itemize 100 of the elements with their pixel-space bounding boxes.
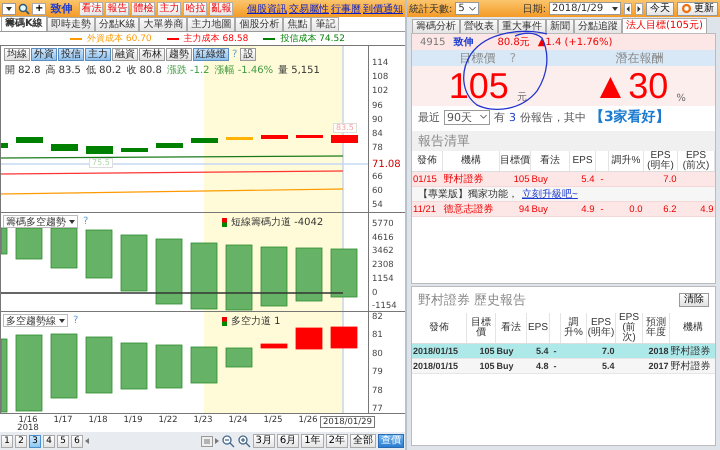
axis-tick: 90 [372, 114, 383, 126]
refresh-button[interactable]: 更新 [677, 2, 718, 16]
quote-value: 漲幅 -1.46% [214, 64, 274, 77]
column-header: 潛在報酬 [615, 50, 664, 66]
page-button[interactable]: 2 [15, 434, 27, 448]
zoom-in-icon[interactable] [236, 434, 250, 448]
page-button[interactable]: 6 [71, 434, 83, 448]
summary-text: 有 [494, 110, 505, 124]
toolbar-link[interactable]: 到價通知 [363, 2, 403, 16]
table-cell: 11/21 [412, 202, 442, 216]
field-label: 統計天數: [409, 2, 452, 16]
clear-button[interactable]: 清除 [679, 293, 709, 307]
table-cell: Buy [496, 358, 526, 374]
settings-button[interactable]: 設 [240, 48, 256, 61]
axis-tick: 96 [372, 100, 383, 112]
page-button[interactable]: 3 [29, 434, 41, 448]
caret-icon [469, 6, 476, 10]
page-button[interactable]: 5 [57, 434, 69, 448]
range-button[interactable]: 2年 [326, 434, 348, 448]
indicator-toggle[interactable]: 布林 [139, 48, 165, 61]
panel-tab[interactable]: 新聞 [546, 19, 574, 33]
action-button[interactable]: 報告 [105, 2, 130, 16]
range-button[interactable]: 全部 [350, 434, 376, 448]
days-dropdown[interactable]: 5 [455, 2, 480, 15]
right-arrow-icon[interactable] [635, 2, 643, 14]
range-button[interactable]: 3月 [252, 434, 275, 448]
panel-tab[interactable]: 籌碼分析 [412, 19, 460, 33]
add-button[interactable]: + [32, 2, 46, 14]
summary-text: 最近 [418, 110, 440, 124]
table-cell: 94 [500, 202, 530, 216]
indicator-toggle[interactable]: 均線 [4, 48, 30, 61]
indicator-toggle[interactable]: 融資 [112, 48, 138, 61]
table-cell: Buy [530, 202, 570, 216]
axis-tick: -1154 [372, 300, 397, 312]
panel-tab[interactable]: 法人目標(105元) [622, 18, 707, 33]
action-button[interactable]: 哈拉 [183, 2, 208, 16]
quote-value: 收 80.8 [126, 64, 162, 77]
axis-tick: 5770 [372, 218, 394, 230]
axis-label: 1/17 [52, 416, 74, 424]
chart-tab[interactable]: 焦點 [283, 17, 312, 31]
page-button[interactable]: 4 [43, 434, 55, 448]
caret-icon [612, 6, 618, 10]
report-count: 3 [509, 110, 516, 124]
indicator-dropdown[interactable]: 多空趨勢線 [3, 314, 68, 327]
page-button[interactable]: 1 [1, 434, 13, 448]
chart-tab[interactable]: 主力地圖 [187, 17, 236, 31]
table-row[interactable]: 2018/01/15 105 Buy 4.8 - 5.4 2017 野村證券 [412, 358, 715, 374]
axis-tick: 114 [372, 57, 388, 69]
quote-value: 高 83.5 [45, 64, 81, 77]
today-button[interactable]: 今天 [646, 2, 674, 16]
zoom-out-icon[interactable] [220, 434, 234, 448]
chart-tab[interactable]: 籌碼K線 [1, 16, 47, 31]
dropdown-field[interactable] [2, 2, 16, 14]
axis-tick: 77 [372, 403, 383, 415]
axis-label: 1/25 [262, 416, 284, 424]
indicator-toggle[interactable]: 投信 [58, 48, 84, 61]
axis-label: 1/23 [192, 416, 214, 424]
stock-price: 80.8元 [497, 36, 530, 49]
toolbar-link[interactable]: 交易屬性 [289, 2, 329, 16]
panel-tab[interactable]: 分點追蹤 [574, 19, 622, 33]
table-cell: 2017 [642, 358, 670, 374]
toolbar-link[interactable]: 個股資訊 [247, 2, 287, 16]
table-row[interactable]: 11/21 德意志證券 94 Buy 4.9 - 0.0 6.2 4.9 [412, 202, 714, 216]
chart-tab[interactable]: 個股分析 [235, 17, 284, 31]
table-row[interactable]: 01/15 野村證券 105 Buy 5.4 - 7.0 [412, 172, 714, 186]
indicator-dropdown[interactable]: 籌碼多空趨勢 [3, 215, 78, 228]
range-button[interactable]: 1年 [301, 434, 324, 448]
axis-label: 1/19 [122, 416, 144, 424]
left-arrow-icon[interactable] [624, 2, 632, 14]
legend-icon [222, 218, 227, 226]
chart-tab[interactable]: 即時走勢 [46, 17, 95, 31]
search-icon[interactable] [18, 2, 30, 14]
indicator-toggle[interactable]: 主力 [85, 48, 111, 61]
action-button[interactable]: 看法 [79, 2, 104, 16]
table-cell: 5.4 [586, 358, 616, 374]
price-tag: 83.5 [333, 123, 357, 133]
axis-label: 1/24 [227, 416, 249, 424]
unit-label: 元 [516, 91, 527, 104]
indicator-toggle[interactable]: 趨勢 [166, 48, 192, 61]
chart-tab[interactable]: 分點K線 [94, 17, 140, 31]
upgrade-link[interactable]: 立刻升級吧~ [522, 189, 578, 200]
date-field[interactable]: 2018/1/29 [549, 2, 621, 15]
panel-tab[interactable]: 營收表 [460, 19, 498, 33]
toolbar-link[interactable]: 行事曆 [331, 2, 361, 16]
panel-tab[interactable]: 重大事件 [498, 19, 546, 33]
indicator-toggle[interactable]: 外資 [31, 48, 57, 61]
action-button[interactable]: 體檢 [131, 2, 156, 16]
action-button[interactable]: 亂報 [209, 2, 234, 16]
axis-tick: 54 [372, 199, 383, 211]
chart-tab[interactable]: 筆記 [311, 17, 340, 31]
table-row[interactable]: 2018/01/15 105 Buy 5.4 - 7.0 2018 野村證券 [412, 344, 715, 358]
legend-label: 主力成本 68.58 [184, 32, 248, 45]
action-button[interactable]: 主力 [157, 2, 182, 16]
field-label: 日期: [522, 2, 546, 16]
axis-tick: 66 [372, 170, 383, 183]
period-dropdown[interactable]: 90天 [444, 110, 490, 124]
range-button[interactable]: 6月 [276, 434, 300, 448]
chart-tab[interactable]: 大單券商 [139, 17, 188, 31]
indicator-toggle[interactable]: 紅綠燈 [193, 48, 229, 61]
scroll-thumb-icon[interactable] [200, 436, 212, 446]
